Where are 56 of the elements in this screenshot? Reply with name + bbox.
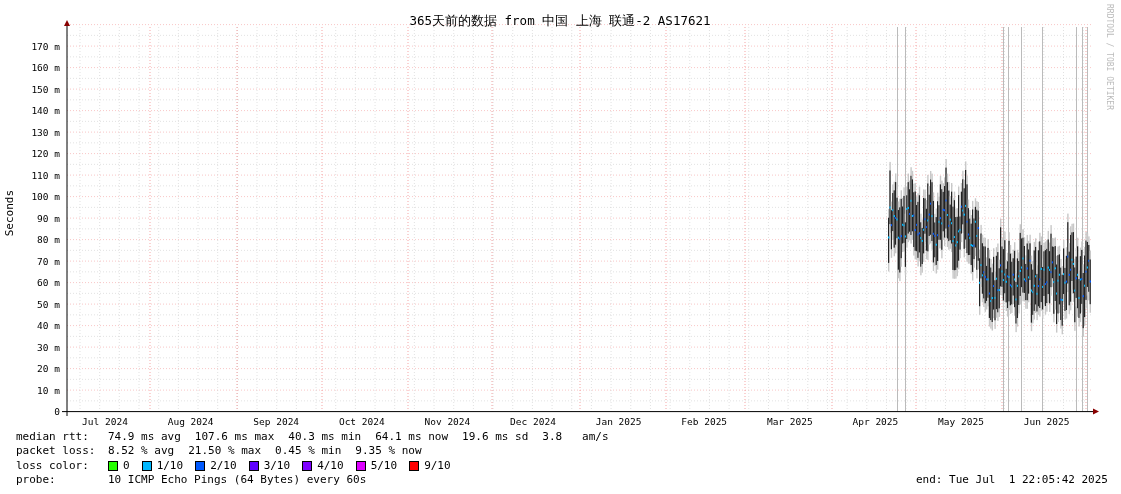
graph-title: 365天前的数据 from 中国 上海 联通-2 AS17621 (409, 13, 711, 28)
stat-value: 3.8 am/s (542, 430, 609, 445)
x-tick-label: Sep 2024 (253, 416, 300, 427)
x-tick-label: Dec 2024 (510, 416, 556, 427)
swatch-label: 3/10 (263, 458, 291, 473)
credit-text: RRDTOOL / TOBI OETIKER (1105, 4, 1114, 110)
y-tick-label: 110 m (31, 169, 60, 181)
x-tick-label: Oct 2024 (338, 416, 385, 427)
y-tick-label: 120 m (31, 148, 60, 160)
x-tick-label: Feb 2025 (681, 416, 728, 427)
probe-text: 10 ICMP Echo Pings (64 Bytes) every 60s (108, 472, 367, 488)
legend-label: probe: (16, 472, 57, 488)
swatch-label: 5/10 (370, 458, 398, 473)
stat-value: 0.45 % min (275, 444, 342, 459)
stat-value: 74.9 ms avg (108, 430, 181, 445)
y-tick-label: 10 m (37, 384, 60, 396)
y-tick-label: 150 m (31, 83, 60, 95)
stat-value: 19.6 ms sd (462, 430, 529, 445)
x-tick-label: Jul 2024 (82, 416, 128, 427)
swatch-label: 2/10 (210, 458, 237, 473)
end-time: end: Tue Jul 1 22:05:42 2025 (915, 472, 1108, 488)
swatch-label: 0 (123, 458, 130, 473)
stat-value: 40.3 ms min (288, 430, 362, 445)
y-tick-label: 130 m (31, 126, 60, 138)
legend-label: loss color: (16, 458, 90, 473)
y-tick-label: 140 m (31, 105, 60, 117)
y-axis-label: Seconds (3, 190, 16, 237)
y-tick-label: 20 m (37, 363, 60, 375)
x-tick-label: Mar 2025 (766, 416, 813, 427)
x-tick-label: Apr 2025 (852, 416, 899, 427)
y-tick-label: 50 m (37, 298, 60, 310)
y-tick-label: 60 m (37, 277, 60, 289)
swatch-label: 9/10 (424, 458, 451, 473)
x-tick-label: May 2025 (938, 416, 984, 427)
x-tick-label: Nov 2024 (424, 416, 471, 427)
y-tick-label: 170 m (31, 40, 60, 52)
y-tick-label: 80 m (37, 234, 60, 246)
stat-value: 9.35 % now (355, 444, 422, 459)
stat-value: 21.50 % max (188, 444, 262, 459)
stat-value: 107.6 ms max (194, 430, 275, 445)
swatch-label: 1/10 (156, 458, 184, 473)
stat-value: 64.1 ms now (375, 430, 449, 445)
y-tick-label: 30 m (37, 341, 60, 353)
stat-value: 8.52 % avg (108, 444, 175, 459)
x-tick-label: Jan 2025 (595, 416, 642, 427)
y-tick-label: 40 m (37, 320, 60, 332)
y-tick-label: 90 m (37, 212, 60, 224)
x-tick-label: Aug 2024 (167, 416, 214, 427)
swatch-label: 4/10 (317, 458, 344, 473)
legend-label: median rtt: (16, 430, 90, 445)
legend-label: packet loss: (16, 444, 97, 459)
y-tick-label: 0 (54, 406, 60, 418)
x-tick-label: Jun 2025 (1023, 416, 1070, 427)
y-tick-label: 160 m (31, 62, 60, 74)
y-tick-label: 70 m (37, 255, 60, 267)
y-tick-label: 100 m (31, 191, 60, 203)
